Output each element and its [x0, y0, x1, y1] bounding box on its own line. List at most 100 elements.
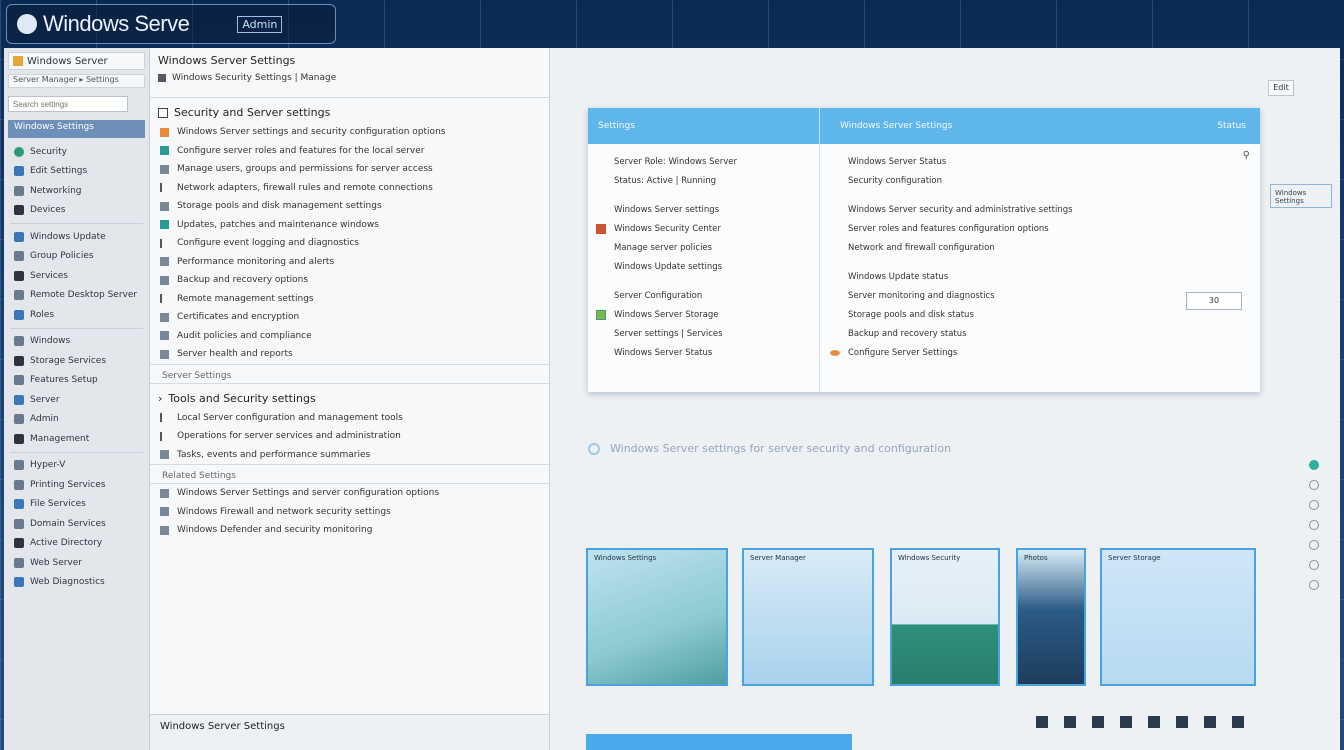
row-icon: [830, 329, 840, 339]
list-item-text: Storage pools and disk management settin…: [177, 201, 382, 212]
sidebar-item-edit-settings[interactable]: Edit Settings: [4, 162, 149, 182]
rail-icon[interactable]: [1309, 480, 1319, 490]
sidebar-item-security[interactable]: Security: [4, 142, 149, 162]
panel-row[interactable]: Windows Update settings: [596, 257, 811, 276]
taskbar-icon[interactable]: [1232, 716, 1244, 728]
row-icon: [596, 205, 606, 215]
panel-row[interactable]: Windows Server Storage: [596, 305, 811, 324]
panel-row[interactable]: Windows Server Status: [830, 152, 1250, 171]
sidebar-item-group-policies[interactable]: Group Policies: [4, 247, 149, 267]
panel-row[interactable]: Network and firewall configuration: [830, 238, 1250, 257]
sidebar-item-web-diagnostics[interactable]: Web Diagnostics: [4, 573, 149, 593]
list-item[interactable]: Windows Defender and security monitoring: [150, 521, 549, 540]
sidebar-item-storage-services[interactable]: Storage Services: [4, 351, 149, 371]
rail-icon[interactable]: [1309, 560, 1319, 570]
status-dot-icon[interactable]: [1309, 460, 1319, 470]
list-item[interactable]: Operations for server services and admin…: [150, 427, 549, 446]
panel-row[interactable]: Server roles and features configuration …: [830, 219, 1250, 238]
list-item[interactable]: Windows Server Settings and server confi…: [150, 484, 549, 503]
list-item[interactable]: Network adapters, firewall rules and rem…: [150, 179, 549, 198]
edit-button[interactable]: Edit: [1268, 80, 1294, 96]
sidebar-item-devices[interactable]: Devices: [4, 201, 149, 221]
panel-row[interactable]: Backup and recovery status: [830, 324, 1250, 343]
panel-row[interactable]: Windows Server Status: [596, 343, 811, 362]
panel-row[interactable]: Manage server policies: [596, 238, 811, 257]
panel-row[interactable]: Windows Server security and administrati…: [830, 200, 1250, 219]
search-input[interactable]: [8, 96, 128, 112]
policy-icon: [14, 251, 24, 262]
list-item[interactable]: Backup and recovery options: [150, 271, 549, 290]
sidebar-item-printing-services[interactable]: Printing Services: [4, 475, 149, 495]
taskbar-icon[interactable]: [1092, 716, 1104, 728]
panel-row[interactable]: Status: Active | Running: [596, 171, 811, 190]
thumbnail[interactable]: Server Manager: [742, 548, 874, 686]
rail-icon[interactable]: [1309, 520, 1319, 530]
list-item[interactable]: Certificates and encryption: [150, 308, 549, 327]
right-rail: [1306, 460, 1322, 590]
list-item[interactable]: Performance monitoring and alerts: [150, 253, 549, 272]
sidebar-item-windows[interactable]: Windows: [4, 332, 149, 352]
sidebar-item-server[interactable]: Server: [4, 390, 149, 410]
rail-icon[interactable]: [1309, 540, 1319, 550]
taskbar-icon[interactable]: [1036, 716, 1048, 728]
sidebar-item-active-directory[interactable]: Active Directory: [4, 534, 149, 554]
panel-row[interactable]: Security configuration: [830, 171, 1250, 190]
app-title-pill: Windows Serve Admin: [6, 4, 336, 44]
breadcrumb[interactable]: Server Manager ▸ Settings: [8, 74, 145, 88]
sidebar-item-networking[interactable]: Networking: [4, 181, 149, 201]
rail-icon[interactable]: [1309, 580, 1319, 590]
list-item[interactable]: Audit policies and compliance: [150, 327, 549, 346]
taskbar-icon[interactable]: [1148, 716, 1160, 728]
list-item[interactable]: Storage pools and disk management settin…: [150, 197, 549, 216]
taskbar-icon[interactable]: [1176, 716, 1188, 728]
section-title-tools[interactable]: › Tools and Security settings: [150, 384, 549, 409]
sidebar-item-remote-desktop-server[interactable]: Remote Desktop Server: [4, 286, 149, 306]
list-item[interactable]: Configure event logging and diagnostics: [150, 234, 549, 253]
panel-row[interactable]: Windows Server settings: [596, 200, 811, 219]
sidebar-item-admin[interactable]: Admin: [4, 410, 149, 430]
sidebar-item-roles[interactable]: Roles: [4, 305, 149, 325]
sidebar-item-file-services[interactable]: File Services: [4, 495, 149, 515]
nav-selected-item[interactable]: Windows Settings: [8, 120, 145, 138]
section-title-security[interactable]: Security and Server settings: [150, 98, 549, 123]
panel-row[interactable]: Server Role: Windows Server: [596, 152, 811, 171]
sidebar-item-windows-update[interactable]: Windows Update: [4, 227, 149, 247]
list-item[interactable]: Manage users, groups and permissions for…: [150, 160, 549, 179]
sidebar-item-features-setup[interactable]: Features Setup: [4, 371, 149, 391]
row-icon: [160, 312, 169, 322]
value-field[interactable]: 30: [1186, 292, 1242, 310]
sidebar-item-hyper-v[interactable]: Hyper-V: [4, 456, 149, 476]
panel-row[interactable]: Windows Update status: [830, 267, 1250, 286]
list-item[interactable]: Local Server configuration and managemen…: [150, 409, 549, 428]
thumbnail[interactable]: Server Storage: [1100, 548, 1256, 686]
thumbnail[interactable]: Windows Settings: [586, 548, 728, 686]
list-item[interactable]: Server health and reports: [150, 345, 549, 364]
sidebar-item-web-server[interactable]: Web Server: [4, 553, 149, 573]
key-icon[interactable]: ⚲: [1243, 150, 1250, 161]
sidebar-item-management[interactable]: Management: [4, 429, 149, 449]
nav-tab[interactable]: Windows Server: [8, 52, 145, 70]
panel-row[interactable]: Configure Server Settings: [830, 343, 1250, 362]
panel-row[interactable]: Server Configuration: [596, 286, 811, 305]
list-item[interactable]: Windows Firewall and network security se…: [150, 503, 549, 522]
panel-row[interactable]: Server settings | Services: [596, 324, 811, 343]
sidebar-item-domain-services[interactable]: Domain Services: [4, 514, 149, 534]
panel-row-text: Security configuration: [848, 175, 942, 186]
list-item[interactable]: Remote management settings: [150, 290, 549, 309]
taskbar-icon[interactable]: [1064, 716, 1076, 728]
list-item[interactable]: Tasks, events and performance summaries: [150, 446, 549, 465]
row-icon: [160, 488, 169, 498]
rail-icon[interactable]: [1309, 500, 1319, 510]
list-item[interactable]: Windows Server settings and security con…: [150, 123, 549, 142]
taskbar-icon[interactable]: [1204, 716, 1216, 728]
list-item[interactable]: Updates, patches and maintenance windows: [150, 216, 549, 235]
sidebar-item-services[interactable]: Services: [4, 266, 149, 286]
list-item[interactable]: Configure server roles and features for …: [150, 142, 549, 161]
thumbnail[interactable]: Windows Security: [890, 548, 1000, 686]
panel-row[interactable]: Windows Security Center: [596, 219, 811, 238]
taskbar-icon[interactable]: [1120, 716, 1132, 728]
side-widget[interactable]: Windows Settings: [1270, 184, 1332, 208]
storage-icon: [14, 355, 24, 366]
thumbnail[interactable]: Photos: [1016, 548, 1086, 686]
list-item-text: Operations for server services and admin…: [177, 431, 401, 442]
